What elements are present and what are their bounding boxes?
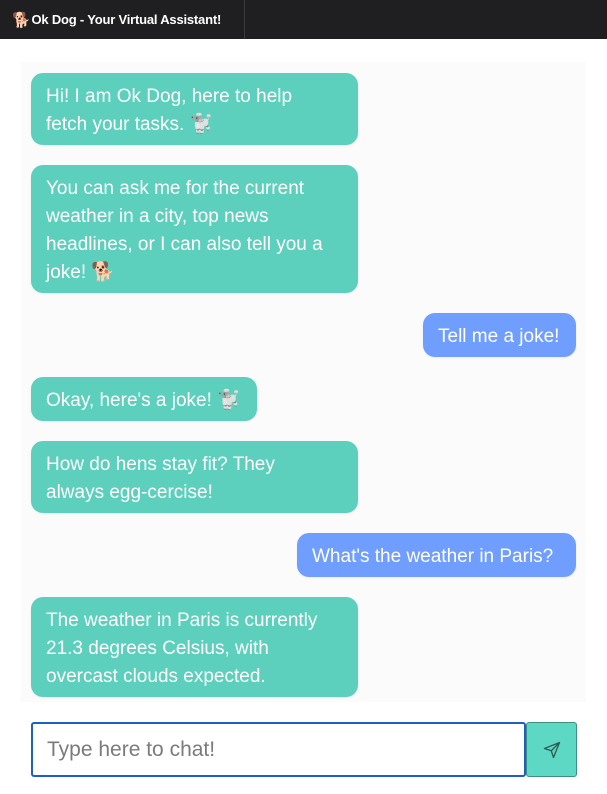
chat-input[interactable] bbox=[33, 723, 524, 776]
app-title-tab[interactable]: 🐕 Ok Dog - Your Virtual Assistant! bbox=[0, 0, 245, 39]
bot-message: How do hens stay fit? They always egg-ce… bbox=[31, 441, 358, 513]
send-icon bbox=[543, 741, 560, 758]
bot-message: You can ask me for the current weather i… bbox=[31, 165, 358, 293]
bot-message: Hi! I am Ok Dog, here to help fetch your… bbox=[31, 73, 358, 145]
user-message: What's the weather in Paris? bbox=[297, 533, 576, 577]
bot-message: The weather in Paris is currently 21.3 d… bbox=[31, 597, 358, 697]
send-button[interactable] bbox=[526, 722, 577, 777]
bot-message: Okay, here's a joke! 🐩 bbox=[31, 377, 257, 421]
top-bar: 🐕 Ok Dog - Your Virtual Assistant! bbox=[0, 0, 607, 39]
chat-input-wrapper bbox=[31, 722, 526, 777]
user-message: Tell me a joke! bbox=[423, 313, 576, 357]
chat-history[interactable]: Hi! I am Ok Dog, here to help fetch your… bbox=[21, 62, 586, 702]
dog-icon: 🐕 bbox=[12, 11, 31, 29]
app-title: Ok Dog - Your Virtual Assistant! bbox=[31, 12, 222, 27]
